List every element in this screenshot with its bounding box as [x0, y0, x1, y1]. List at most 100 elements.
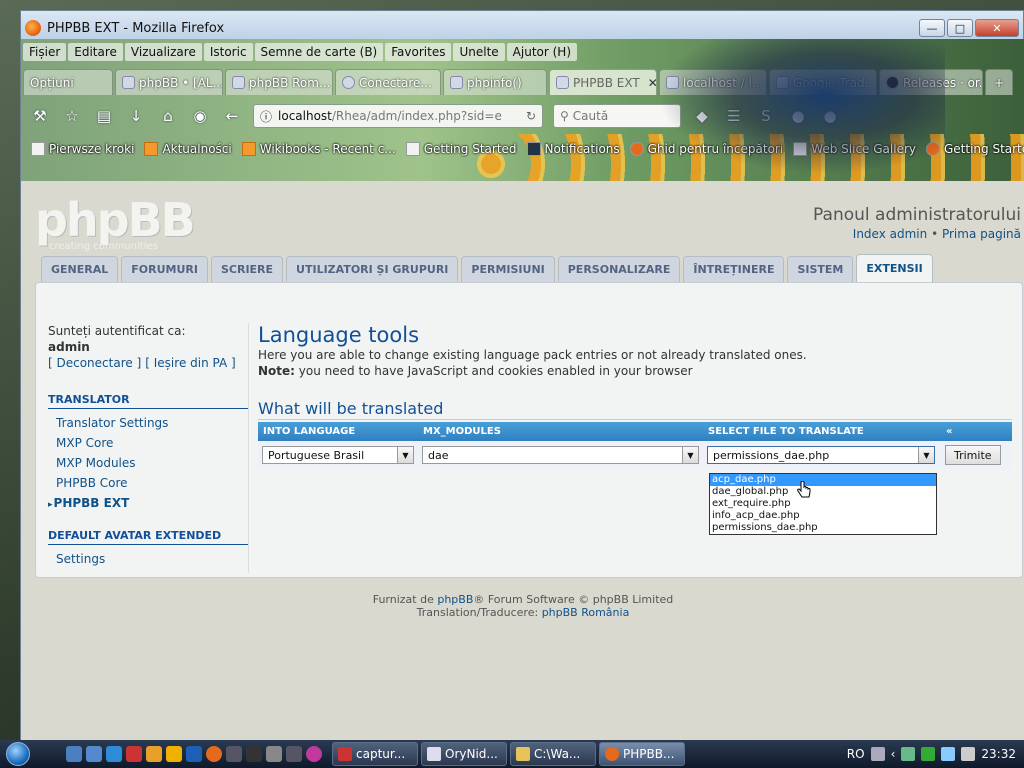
site-info-icon[interactable]: ⓘ — [260, 108, 272, 125]
tab-forums[interactable]: FORUMURI — [121, 256, 208, 282]
bookmark-item[interactable]: Notifications — [526, 142, 620, 156]
app-icon[interactable] — [306, 746, 322, 762]
app-icon[interactable] — [146, 746, 162, 762]
browser-tab[interactable]: phpBB Rom... — [225, 69, 333, 95]
clipboard-icon[interactable]: ▤ — [93, 105, 115, 127]
keyboard-icon[interactable] — [870, 747, 885, 761]
module-select[interactable]: dae ▼ — [422, 446, 699, 464]
phpbb-romania-link[interactable]: phpBB România — [542, 606, 630, 619]
hamburger-menu-icon[interactable]: ☰ — [723, 105, 745, 127]
browser-tab[interactable]: Opțiuni — [23, 69, 113, 95]
browser-tab[interactable]: Releases · or... — [879, 69, 983, 95]
collapse-toggle[interactable]: « — [941, 422, 1012, 441]
taskbar-item[interactable]: C:\Wa... — [510, 742, 596, 766]
taskbar-item-active[interactable]: PHPBB... — [599, 742, 685, 766]
submit-button[interactable]: Trimite — [945, 445, 1001, 465]
dropdown-option[interactable]: permissions_dae.php — [710, 522, 936, 534]
browser-tab-active[interactable]: PHPBB EXT ✕ — [549, 69, 657, 95]
bookmark-item[interactable]: Getting Started — [925, 142, 1024, 156]
tab-general[interactable]: GENERAL — [41, 256, 119, 282]
address-bar[interactable]: ⓘ localhost/Rhea/adm/index.php?sid=e ↻ — [253, 104, 543, 128]
app-icon[interactable] — [226, 746, 242, 762]
tab-extensions[interactable]: EXTENSII — [856, 254, 933, 282]
pocket-icon[interactable]: ◉ — [189, 105, 211, 127]
php-icon[interactable] — [286, 746, 302, 762]
sidebar-item-mxp-modules[interactable]: MXP Modules — [48, 453, 248, 473]
language-select[interactable]: Portuguese Brasil ▼ — [262, 446, 414, 464]
dropdown-option[interactable]: acp_dae.php — [710, 474, 936, 486]
language-indicator[interactable]: RO — [847, 747, 865, 761]
show-desktop-icon[interactable] — [66, 746, 82, 762]
file-select[interactable]: permissions_dae.php ▼ — [707, 446, 935, 464]
internet-explorer-icon[interactable] — [106, 746, 122, 762]
app-icon[interactable] — [186, 746, 202, 762]
sidebar-item-translator-settings[interactable]: Translator Settings — [48, 413, 248, 433]
cmd-icon[interactable] — [246, 746, 262, 762]
tab-customise[interactable]: PERSONALIZARE — [557, 256, 681, 282]
app-icon[interactable] — [126, 746, 142, 762]
bookmark-item[interactable]: Wikibooks - Recent c... — [241, 142, 396, 156]
addon-icon[interactable]: ● — [787, 105, 809, 127]
bookmark-item[interactable]: Web Slice Gallery — [793, 142, 916, 156]
menu-view[interactable]: Vizualizare — [124, 43, 202, 61]
dropdown-option[interactable]: info_acp_dae.php — [710, 510, 936, 522]
index-admin-link[interactable]: Index admin — [853, 227, 927, 241]
exit-acp-link[interactable]: [ Ieșire din PA ] — [145, 356, 235, 370]
clock[interactable]: 23:32 — [981, 747, 1016, 761]
switch-windows-icon[interactable] — [86, 746, 102, 762]
menu-tools[interactable]: Unelte — [453, 43, 505, 61]
start-button[interactable] — [0, 740, 36, 768]
browser-tab[interactable]: Conectare... — [335, 69, 441, 95]
new-tab-button[interactable]: + — [985, 69, 1013, 95]
menu-favorites[interactable]: Favorites — [385, 43, 452, 61]
browser-tab[interactable]: localhost / l... — [659, 69, 767, 95]
app-icon[interactable] — [921, 747, 936, 761]
taskbar-item[interactable]: captur... — [332, 742, 418, 766]
volume-icon[interactable] — [961, 747, 976, 761]
tab-users-groups[interactable]: UTILIZATORI ȘI GRUPURI — [286, 256, 459, 282]
maximize-button[interactable]: □ — [947, 19, 973, 37]
home-link[interactable]: Prima pagină — [942, 227, 1021, 241]
addon-icon[interactable]: ◆ — [691, 105, 713, 127]
close-button[interactable]: ✕ — [975, 19, 1019, 37]
browser-tab[interactable]: phpinfo() — [443, 69, 547, 95]
download-icon[interactable]: ↓ — [125, 105, 147, 127]
tab-maintenance[interactable]: ÎNTREȚINERE — [683, 256, 785, 282]
browser-tab[interactable]: phpBB • [AL... — [115, 69, 223, 95]
browser-tab[interactable]: Google Trad... — [769, 69, 877, 95]
media-player-icon[interactable] — [166, 746, 182, 762]
menu-history[interactable]: Istoric — [203, 43, 253, 61]
search-input[interactable]: ⚲ Caută — [553, 104, 681, 128]
sync-icon[interactable] — [901, 747, 916, 761]
bookmark-item[interactable]: Pierwsze kroki — [31, 142, 134, 156]
tab-close-icon[interactable]: ✕ — [648, 76, 656, 90]
bookmark-item[interactable]: Getting Started — [405, 142, 517, 156]
addon-icon[interactable]: ● — [819, 105, 841, 127]
dropdown-option[interactable]: dae_global.php — [710, 486, 936, 498]
sidebar-item-phpbb-ext[interactable]: PHPBB EXT — [48, 493, 248, 515]
network-icon[interactable] — [941, 747, 956, 761]
logout-link[interactable]: [ Deconectare ] — [48, 356, 141, 370]
star-icon[interactable]: ☆ — [61, 105, 83, 127]
bookmark-item[interactable]: Ghid pentru începători — [629, 142, 783, 156]
menu-bookmarks[interactable]: Semne de carte (B) — [254, 43, 384, 61]
back-icon[interactable]: ← — [221, 105, 243, 127]
menu-edit[interactable]: Editare — [68, 43, 123, 61]
minimize-button[interactable]: — — [919, 19, 945, 37]
tab-permissions[interactable]: PERMISIUNI — [461, 256, 555, 282]
firefox-icon[interactable] — [206, 746, 222, 762]
menu-help[interactable]: Ajutor (H) — [506, 43, 578, 61]
menu-file[interactable]: Fișier — [23, 43, 67, 61]
sidebar-item-settings[interactable]: Settings — [48, 549, 248, 569]
phpbb-link[interactable]: phpBB — [437, 593, 473, 606]
tab-system[interactable]: SISTEM — [787, 256, 854, 282]
home-icon[interactable]: ⌂ — [157, 105, 179, 127]
taskbar-item[interactable]: OryNid... — [421, 742, 507, 766]
skype-icon[interactable]: S — [755, 105, 777, 127]
wrench-icon[interactable]: ⚒ — [29, 105, 51, 127]
sidebar-item-phpbb-core[interactable]: PHPBB Core — [48, 473, 248, 493]
reload-icon[interactable]: ↻ — [526, 109, 536, 123]
tray-expand-icon[interactable]: ‹ — [891, 747, 896, 761]
phpbb-logo[interactable]: phpBB — [35, 193, 196, 247]
app-icon[interactable] — [266, 746, 282, 762]
